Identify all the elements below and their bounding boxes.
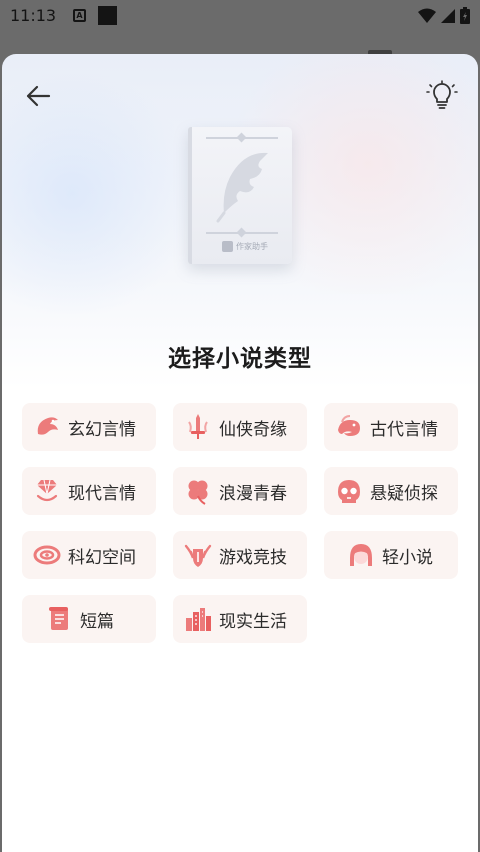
girl-face-icon [350,544,372,566]
back-button[interactable] [24,82,52,110]
phoenix-icon [338,415,360,436]
notification-a-icon: A [73,9,86,22]
galaxy-icon [33,545,61,565]
signal-icon [441,8,455,23]
diamond-ring-icon [36,479,58,502]
genre-label: 仙侠奇缘 [219,419,287,440]
book-ornament-bottom [206,232,278,234]
book-brand: 作家助手 [222,241,268,252]
genre-chip-youxi-jingji[interactable]: 游戏竞技 [173,531,307,579]
clover-icon [188,480,208,505]
brand-logo-icon [222,241,233,252]
genre-chip-kehuan-kongjian[interactable]: 科幻空间 [22,531,156,579]
genre-chip-duanpian[interactable]: 短篇 [22,595,156,643]
genre-chip-xuanhuan-yanqing[interactable]: 玄幻言情 [22,403,156,451]
genre-chip-xianshi-shenghuo[interactable]: 现实生活 [173,595,307,643]
dragon-icon [37,417,58,435]
genre-label: 现实生活 [219,611,287,632]
battery-icon [460,7,470,24]
page-title: 选择小说类型 [168,346,312,372]
genre-chip-xiandai-yanqing[interactable]: 现代言情 [22,467,156,515]
wifi-icon [418,8,436,23]
status-time: 11:13 [10,6,57,25]
genre-label: 浪漫青春 [219,483,287,504]
genre-chip-xianxia-qiyuan[interactable]: 仙侠奇缘 [173,403,307,451]
tips-button[interactable] [426,80,458,112]
genre-label: 短篇 [80,611,114,632]
background-app [0,32,480,58]
arrow-left-icon [26,85,51,107]
status-bar: 11:13 A [0,0,480,32]
scroll-icon [49,607,68,630]
genre-chip-xuanyi-zhentan[interactable]: 悬疑侦探 [324,467,458,515]
book-illustration: 作家助手 [188,127,292,264]
skull-icon [338,480,360,503]
genre-label: 现代言情 [68,483,136,504]
genre-chip-qing-xiaoshuo[interactable]: 轻小说 [324,531,458,579]
genre-label: 轻小说 [382,547,433,568]
genre-sheet: 作家助手 选择小说类型 玄幻言情 仙侠奇缘 古代言情 现代言情 浪漫青春 悬疑侦… [2,54,478,852]
shield-wings-icon [184,544,212,567]
genre-label: 古代言情 [370,419,438,440]
sword-icon [188,414,208,439]
genre-label: 科幻空间 [68,547,136,568]
genre-chip-langman-qingchun[interactable]: 浪漫青春 [173,467,307,515]
genre-chip-gudai-yanqing[interactable]: 古代言情 [324,403,458,451]
genre-label: 玄幻言情 [68,419,136,440]
genre-label: 悬疑侦探 [370,483,438,504]
book-brand-text: 作家助手 [236,242,268,251]
status-icons [418,7,470,24]
genre-label: 游戏竞技 [219,547,287,568]
city-icon [186,608,211,631]
feather-icon [216,152,268,223]
notification-square-icon [98,6,117,25]
lightbulb-icon [426,80,458,109]
book-ornament-top [206,137,278,139]
